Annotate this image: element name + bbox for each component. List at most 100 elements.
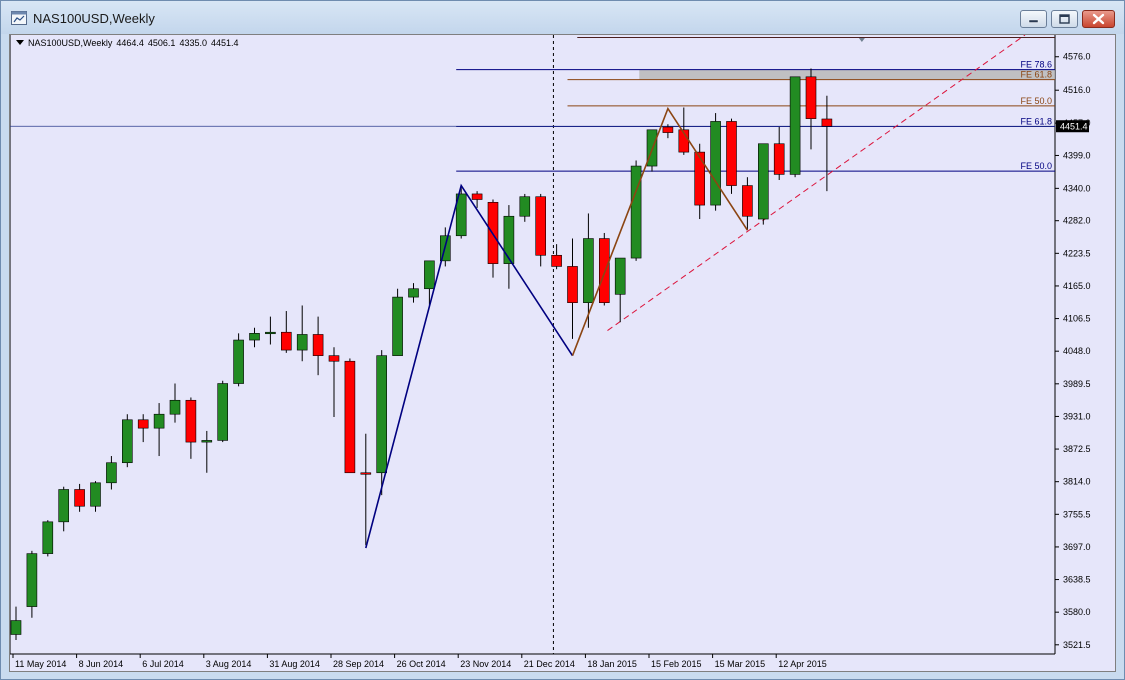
bull-candle <box>614 257 626 295</box>
x-tick-label: 3 Aug 2014 <box>206 659 252 669</box>
y-axis-ticks: 4576.04516.04457.04399.04340.04282.04223… <box>1055 52 1091 650</box>
bear-candle <box>185 399 197 443</box>
bull-candle <box>710 121 721 206</box>
y-tick-label: 4576.0 <box>1063 52 1091 62</box>
bull-candle <box>519 196 531 217</box>
x-tick-label: 21 Dec 2014 <box>524 659 575 669</box>
bear-candle <box>662 126 674 133</box>
x-tick-label: 8 Jun 2014 <box>79 659 124 669</box>
bull-candle <box>376 355 388 474</box>
bull-candle <box>233 339 244 384</box>
bear-candle <box>328 355 340 362</box>
x-tick-label: 28 Sep 2014 <box>333 659 384 669</box>
bull-candle <box>503 215 515 264</box>
y-tick-label: 4340.0 <box>1063 183 1091 193</box>
chart-header: NAS100USD,Weekly 4464.4 4506.1 4335.0 4451.4 <box>16 38 243 48</box>
fib-level-label: FE 50.0 <box>1020 161 1052 171</box>
y-tick-label: 4165.0 <box>1063 281 1091 291</box>
bull-candle <box>106 462 117 484</box>
bull-candle <box>408 288 419 298</box>
y-tick-label: 4223.5 <box>1063 248 1091 258</box>
last-price-label: 4451.4 <box>1060 122 1088 132</box>
header-open: 4464.4 <box>116 38 144 48</box>
close-button[interactable] <box>1082 10 1115 28</box>
bull-candle <box>296 334 308 351</box>
y-tick-label: 4282.0 <box>1063 216 1091 226</box>
bull-candle <box>249 333 260 341</box>
x-tick-label: 15 Mar 2015 <box>715 659 766 669</box>
header-symbol: NAS100USD,Weekly <box>28 38 113 48</box>
fib-level-label: FE 78.6 <box>1020 60 1052 70</box>
bull-candle <box>169 399 181 415</box>
bear-candle <box>742 185 753 217</box>
close-icon <box>1092 13 1105 25</box>
header-low: 4335.0 <box>179 38 207 48</box>
bear-candle <box>312 334 324 356</box>
y-tick-label: 4106.5 <box>1063 314 1091 324</box>
candlestick-chart[interactable]: 4576.04516.04457.04399.04340.04282.04223… <box>10 35 1115 671</box>
bear-candle <box>344 360 356 474</box>
fib-level-label: FE 50.0 <box>1020 96 1052 106</box>
y-tick-label: 3931.0 <box>1063 411 1091 421</box>
x-tick-label: 11 May 2014 <box>15 659 66 669</box>
y-tick-label: 3755.5 <box>1063 509 1091 519</box>
bull-candle <box>201 440 213 443</box>
y-tick-label: 3872.5 <box>1063 444 1091 454</box>
x-tick-label: 6 Jul 2014 <box>142 659 184 669</box>
bull-candle <box>265 331 276 335</box>
bear-candle <box>535 196 547 256</box>
bull-candle <box>424 260 435 290</box>
maximize-button[interactable] <box>1051 10 1078 28</box>
window-titlebar[interactable]: NAS100USD,Weekly <box>1 1 1124 34</box>
last-price-tag: 4451.4 <box>1056 120 1089 133</box>
minimize-icon <box>1028 19 1039 23</box>
chart-window: NAS100USD,Weekly 4576.04516.04457.04399.… <box>0 0 1125 680</box>
y-tick-label: 3580.0 <box>1063 607 1091 617</box>
bull-candle <box>26 553 38 607</box>
chart-area[interactable]: 4576.04516.04457.04399.04340.04282.04223… <box>9 34 1116 672</box>
x-axis-ticks: 11 May 2014 8 Jun 2014 6 Jul 2014 3 Aug 201… <box>12 654 827 669</box>
bear-candle <box>805 76 817 119</box>
chart-window-icon <box>11 11 27 25</box>
fib-level-label: FE 61.8 <box>1020 70 1052 80</box>
x-tick-label: 31 Aug 2014 <box>269 659 320 669</box>
bear-candle <box>471 193 483 200</box>
bear-candle <box>137 419 149 429</box>
bear-candle <box>551 254 562 267</box>
bull-candle <box>789 76 801 175</box>
x-tick-label: 15 Feb 2015 <box>651 659 702 669</box>
zigzag-brown-line <box>571 106 749 356</box>
bear-candle <box>598 238 610 303</box>
bull-candle <box>42 521 54 554</box>
bear-candle <box>726 121 737 186</box>
bull-candle <box>153 413 165 429</box>
bull-candle <box>58 489 70 523</box>
window-title: NAS100USD,Weekly <box>33 11 155 26</box>
bull-candle <box>392 296 403 356</box>
bear-candle <box>567 266 578 303</box>
y-tick-label: 3989.5 <box>1063 379 1091 389</box>
y-tick-label: 4399.0 <box>1063 150 1091 160</box>
x-tick-label: 18 Jan 2015 <box>587 659 637 669</box>
bear-candle <box>694 151 706 206</box>
collapse-triangle-icon[interactable] <box>16 40 24 45</box>
maximize-icon <box>1059 14 1070 24</box>
bear-candle <box>360 472 372 475</box>
y-tick-label: 3638.5 <box>1063 575 1091 585</box>
header-high: 4506.1 <box>147 38 176 48</box>
bear-candle <box>821 118 833 127</box>
bull-candle <box>757 143 769 220</box>
bull-candle <box>122 419 133 464</box>
header-close: 4451.4 <box>210 38 239 48</box>
bull-candle <box>90 482 101 507</box>
bear-candle <box>280 331 292 351</box>
shift-marker-icon <box>858 38 865 42</box>
bear-candle <box>773 143 785 175</box>
minimize-button[interactable] <box>1020 10 1047 28</box>
y-tick-label: 4516.0 <box>1063 85 1091 95</box>
y-tick-label: 3521.5 <box>1063 640 1091 650</box>
y-tick-label: 3814.0 <box>1063 477 1091 487</box>
y-tick-label: 4048.0 <box>1063 346 1091 356</box>
bull-candle <box>217 383 228 441</box>
x-tick-label: 26 Oct 2014 <box>397 659 446 669</box>
